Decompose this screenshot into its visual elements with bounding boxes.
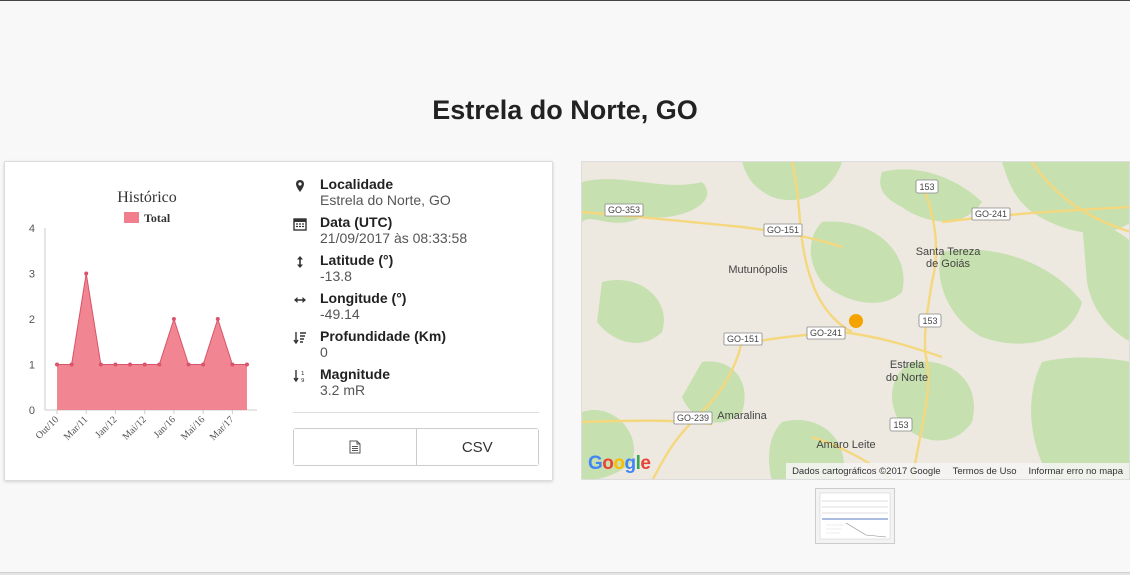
road-go241-label: GO-241 [975,209,1007,219]
data-point [142,362,147,367]
info-divider [293,412,539,413]
vertical-arrows-icon [297,256,303,268]
y-tick-label: 4 [29,223,35,235]
y-tick-label: 0 [29,405,35,417]
x-tick-label: Mar/17 [208,414,237,443]
info-date: Data (UTC) 21/09/2017 às 08:33:58 [293,214,543,252]
google-logo-letter: o [613,453,625,474]
road-153-label: 153 [919,182,934,192]
google-logo: Google [588,453,651,475]
place-amaralina: Amaralina [717,410,767,422]
latitude-value: -13.8 [320,268,352,284]
longitude-label: Longitude (°) [320,290,407,306]
seismogram-image [819,492,891,540]
top-border [0,0,1130,1]
place-do-norte: do Norte [886,372,928,384]
horizontal-arrows-icon [294,297,306,303]
y-tick-label: 2 [29,314,35,326]
longitude-value: -49.14 [320,306,360,322]
road-153-lower-label: 153 [893,420,908,430]
svg-text:1: 1 [301,371,305,377]
date-label: Data (UTC) [320,214,393,230]
map-pin-icon [296,180,304,192]
map-footer: Dados cartográficos ©2017 Google Termos … [786,463,1129,479]
info-depth: Profundidade (Km) 0 [293,328,543,366]
data-point [84,271,89,276]
x-tick-label: Jan/16 [152,414,178,440]
data-point [215,317,220,321]
document-button[interactable] [294,429,416,465]
document-icon [349,440,361,454]
event-info: Localidade Estrela do Norte, GO Data (UT… [293,176,543,404]
data-point [69,362,74,367]
history-chart: Histórico Total 0 1 2 3 4 Out/10 Mar/11 Jan/12 Mai… [17,180,272,470]
data-point [245,362,249,367]
x-tick-label: Mai/12 [121,414,149,442]
google-logo-letter: o [602,453,614,474]
export-buttons: CSV [293,428,539,466]
google-logo-letter: e [640,453,651,474]
history-chart-svg: HistóricoTotal01234Out/10 Mar/11 Jan/12 Mai… [29,189,257,443]
event-card: Histórico Total 0 1 2 3 4 Out/10 Mar/11 Jan/12 Mai… [4,161,553,481]
place-santa-tereza: Santa Tereza [916,246,982,258]
info-magnitude: 19 Magnitude 3.2 mR [293,366,543,404]
map-report-link[interactable]: Informar erro no mapa [1028,466,1123,477]
info-location: Localidade Estrela do Norte, GO [293,176,543,214]
legend-label: Total [144,211,171,225]
sort-depth-icon [293,332,306,345]
map-data-credit: Dados cartográficos ©2017 Google [792,465,941,477]
y-tick-label: 3 [29,269,35,281]
magnitude-value: 3.2 mR [320,382,366,398]
csv-button[interactable]: CSV [415,429,538,465]
place-amaro-leite: Amaro Leite [816,439,875,451]
x-tick-label: Out/10 [34,414,61,441]
magnitude-label: Magnitude [320,366,390,382]
sort-numeric-icon: 19 [293,370,305,383]
road-go151-label: GO-151 [767,225,799,235]
legend-swatch [124,212,139,223]
place-de-goias: de Goiás [926,258,971,270]
x-tick-label: Mai/16 [179,414,207,442]
info-latitude: Latitude (°) -13.8 [293,252,543,290]
google-logo-text: Google [588,453,651,474]
google-logo-letter: G [588,453,603,474]
data-point [113,362,118,367]
seismogram-thumbnail[interactable] [815,488,895,544]
chart-title: Histórico [117,189,177,206]
data-point [201,362,206,367]
map-canvas[interactable]: GO-353 GO-151 GO-241 153 GO-151 GO-241 1… [582,162,1130,480]
data-point [128,362,133,367]
data-point [186,362,191,367]
data-point [98,362,103,367]
data-point [171,317,176,321]
data-point [55,362,59,367]
road-go241-lower-label: GO-241 [810,328,842,338]
road-go239-label: GO-239 [677,413,709,423]
depth-label: Profundidade (Km) [320,328,446,344]
area-fill [57,273,247,410]
depth-value: 0 [320,344,328,360]
event-marker[interactable] [849,314,863,328]
location-value: Estrela do Norte, GO [320,192,451,208]
road-153-mid-label: 153 [922,316,937,326]
data-point [157,362,162,367]
map-terms-link[interactable]: Termos de Uso [953,466,1017,477]
y-tick-label: 1 [29,360,35,372]
place-mutunopolis: Mutunópolis [728,264,788,276]
place-estrela: Estrela [890,359,925,371]
location-label: Localidade [320,176,394,192]
data-point [230,362,235,367]
svg-text:9: 9 [301,378,305,383]
latitude-label: Latitude (°) [320,252,394,268]
google-logo-letter: g [624,453,637,474]
road-go353-label: GO-353 [608,205,640,215]
x-tick-label: Mar/11 [62,414,90,442]
info-longitude: Longitude (°) -49.14 [293,290,543,328]
road-go151-lower-label: GO-151 [727,334,759,344]
x-tick-label: Jan/12 [93,414,119,440]
map-view[interactable]: GO-353 GO-151 GO-241 153 GO-151 GO-241 1… [581,161,1130,480]
date-value: 21/09/2017 às 08:33:58 [320,230,468,246]
page-title: Estrela do Norte, GO [432,95,698,125]
calendar-icon [293,218,307,231]
